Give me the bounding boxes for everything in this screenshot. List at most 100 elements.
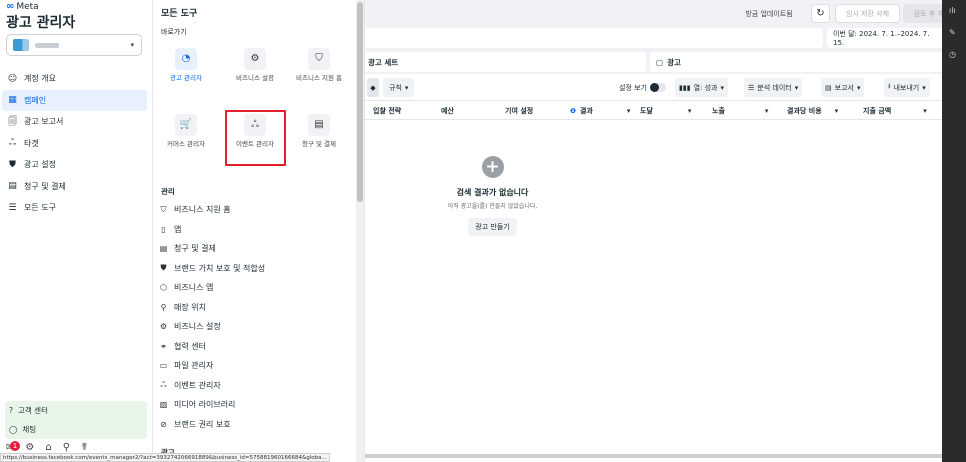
col-reach[interactable]: 도달 ▾	[640, 101, 691, 121]
nav-item-label: 모든 도구	[24, 203, 56, 212]
tool-item[interactable]: ⬡ 비즈니스 앱	[159, 278, 265, 298]
tool-item[interactable]: ⛉ 비즈니스 지원 홈	[159, 200, 265, 220]
chat-link[interactable]: ◯ 채팅	[5, 420, 147, 439]
bell-icon[interactable]: ⌂	[45, 442, 51, 453]
tool-item[interactable]: ஃ 이벤트 관리자	[159, 376, 265, 396]
nav-item-account-overview[interactable]: ☺ 계정 개요	[0, 68, 152, 89]
create-ad-button[interactable]: 광고 만들기	[468, 218, 517, 236]
tool-item-label: 청구 및 결제	[174, 244, 216, 254]
discard-drafts-button[interactable]: 임시 저장 삭제	[835, 4, 900, 23]
help-center-link[interactable]: ? 고객 센터	[5, 401, 147, 420]
nav-item-label: 캠페인	[24, 95, 47, 105]
tile-commerce-manager[interactable]: 🛒 커머스 관리자	[156, 114, 216, 149]
billing-icon: ▤	[308, 114, 330, 136]
chevron-down-icon: ▾	[923, 107, 927, 115]
export-dropdown[interactable]: ⭳ 내보내기 ▾	[884, 78, 930, 97]
meta-logo-text: Meta	[16, 1, 39, 12]
meta-logo[interactable]: ∞ Meta	[6, 1, 39, 12]
search-icon[interactable]: ⚲	[63, 442, 70, 453]
chart-icon[interactable]: ılı	[949, 6, 956, 15]
refresh-button[interactable]: ↻	[811, 4, 830, 23]
reports-dropdown[interactable]: ▤ 보고서 ▾	[821, 78, 865, 97]
account-selector[interactable]: ▾	[6, 34, 142, 56]
clock-icon[interactable]: ◷	[949, 50, 956, 59]
tool-item[interactable]: ⊘ 브랜드 권리 보호	[159, 415, 265, 435]
tool-item[interactable]: ▨ 미디어 라이브러리	[159, 395, 265, 415]
col-impressions[interactable]: 노출 ▾	[712, 101, 768, 121]
settings-icon[interactable]: ⚙	[25, 442, 34, 453]
tool-item[interactable]: ▭ 파일 관리자	[159, 356, 265, 376]
chevron-down-icon: ▾	[794, 83, 799, 92]
rules-dropdown[interactable]: 규칙 ▾	[383, 78, 415, 97]
col-reach-label: 도달	[640, 107, 653, 115]
tool-item[interactable]: ⛊ 브랜드 가치 보호 및 적합성	[159, 259, 266, 279]
nav-item-ad-reports[interactable]: 🗐 광고 보고서	[0, 111, 152, 132]
ads-manager-icon: ◔	[175, 48, 197, 70]
nav-item-label: 광고 보고서	[24, 117, 64, 126]
tool-item[interactable]: ▯ 앱	[159, 220, 265, 240]
bug-icon[interactable]: ☤	[81, 442, 88, 453]
nav-item-ad-settings[interactable]: ⛊ 광고 설정	[0, 154, 152, 175]
export-label: 내보내기	[893, 83, 920, 92]
nav-item-audiences[interactable]: ஃ 타겟	[0, 133, 152, 154]
tab-adsets[interactable]: 광고 세트	[365, 52, 646, 72]
empty-subtitle: 아직 광고을(를) 만들지 않았습니다.	[447, 203, 538, 210]
search-filter-bar[interactable]	[365, 28, 823, 48]
info-icon: ❶	[570, 107, 576, 115]
tile-business-support-home[interactable]: ⛉ 비즈니스 지원 홈	[289, 48, 349, 83]
tile-business-settings[interactable]: ⚙ 비즈니스 설정	[225, 48, 285, 83]
tool-item-label: 매장 위치	[174, 302, 206, 312]
notification-badge: 1	[10, 441, 20, 451]
right-side-rail: ılı ✎ ◷	[942, 0, 966, 462]
report-icon: 🗐	[8, 116, 17, 127]
chevron-down-icon: ▾	[687, 107, 692, 115]
tool-item-label: 브랜드 가치 보호 및 적합성	[174, 263, 266, 273]
people-icon: ஃ	[8, 137, 17, 148]
meta-infinity-icon: ∞	[6, 1, 15, 12]
manage-section-label: 관리	[161, 187, 175, 196]
empty-title: 검색 결과가 없습니다	[456, 188, 529, 197]
col-amount-spent[interactable]: 지출 금액 ▾	[863, 101, 927, 121]
chevron-down-icon: ▾	[626, 107, 631, 115]
nav-item-all-tools[interactable]: ☰ 모든 도구	[0, 197, 152, 218]
col-results[interactable]: ❶ 결과 ▾	[570, 101, 630, 121]
tab-ads[interactable]: ▢ 광고	[650, 52, 942, 72]
tile-billing[interactable]: ▤ 청구 및 결제	[289, 114, 349, 149]
breakdown-dropdown[interactable]: ☰ 분석 데이터 ▾	[744, 78, 803, 97]
nav-item-label: 타겟	[24, 138, 39, 148]
panel-scrollbar[interactable]	[356, 0, 364, 462]
tool-item[interactable]: ⚲ 매장 위치	[159, 298, 265, 318]
columns-label: 열: 성과	[693, 83, 718, 92]
tile-label: 청구 및 결제	[301, 140, 337, 148]
date-range-picker[interactable]: 이번 달: 2024. 7. 1.–2024. 7. 15.	[827, 28, 942, 48]
tool-item[interactable]: ⚭ 협력 센터	[159, 337, 265, 357]
col-budget[interactable]: 예산	[441, 101, 454, 121]
manage-tool-list: ⛉ 비즈니스 지원 홈 ▯ 앱 ▤ 청구 및 결제 ⛊ 브랜드 가치 보호 및 적합성 …	[159, 200, 265, 434]
pencil-icon[interactable]: ✎	[949, 28, 956, 37]
nav-list: ☺ 계정 개요 ▦ 캠페인 🗐 광고 보고서 ஃ 타겟 ⛊ 광고 설정 ▤ 청구…	[0, 68, 152, 219]
nav-item-label: 계정 개요	[24, 74, 56, 83]
col-attribution[interactable]: 기여 설정	[505, 101, 533, 121]
handshake-icon: ⚭	[160, 341, 167, 351]
col-cost-per-result[interactable]: 결과당 비용 ▾	[787, 101, 838, 121]
scrollbar-thumb[interactable]	[357, 2, 363, 202]
breakdown-icon: ☰	[748, 83, 755, 92]
col-bid-strategy[interactable]: 입찰 전략	[373, 101, 401, 121]
tag-button[interactable]: ◆	[367, 78, 379, 97]
col-cost-label: 결과당 비용	[787, 107, 822, 115]
megaphone-icon: ⛊	[9, 159, 16, 170]
tile-ads-manager[interactable]: ◔ 광고 관리자	[156, 48, 216, 83]
tile-label: 커머스 관리자	[167, 140, 205, 148]
highlight-box	[225, 110, 286, 166]
nav-item-campaigns[interactable]: ▦ 캠페인	[2, 89, 147, 111]
tool-item[interactable]: ⚙ 비즈니스 설정	[159, 317, 265, 337]
cart-icon: 🛒	[175, 114, 197, 136]
refresh-icon: ↻	[816, 8, 825, 19]
tool-item[interactable]: ▤ 청구 및 결제	[159, 239, 265, 259]
horizontal-scrollbar[interactable]	[365, 454, 942, 458]
billing-icon: ▤	[8, 181, 17, 191]
setting-view-toggle[interactable]: 설정 보기	[619, 78, 666, 97]
nav-item-label: 광고 설정	[24, 160, 56, 169]
columns-dropdown[interactable]: ▮▮▮ 열: 성과 ▾	[675, 78, 728, 97]
nav-item-billing[interactable]: ▤ 청구 및 결제	[0, 176, 152, 197]
